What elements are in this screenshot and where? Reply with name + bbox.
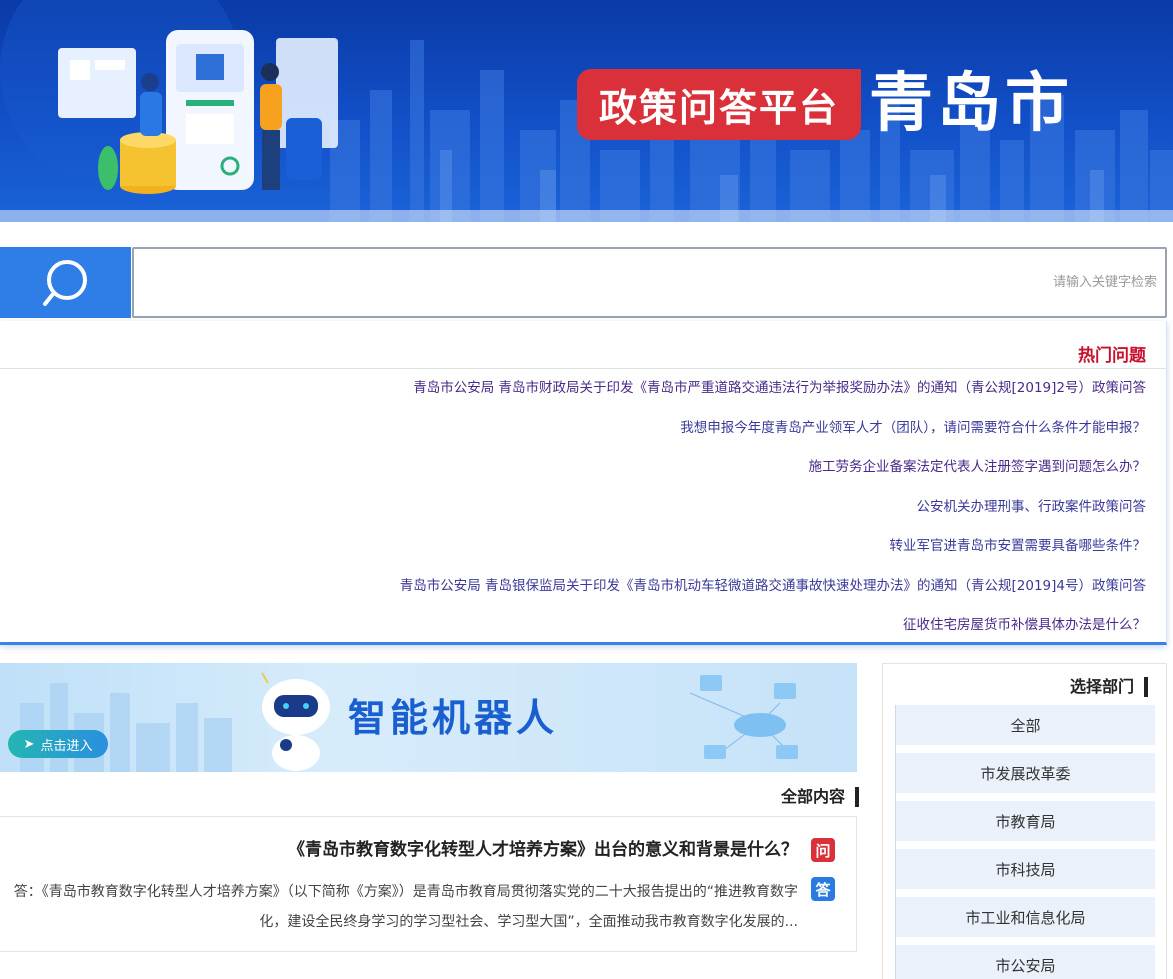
search-icon bbox=[42, 259, 87, 306]
department-list: 全部 市发展改革委 市教育局 市科技局 市工业和信息化局 市公安局 bbox=[895, 705, 1155, 979]
department-title: 选择部门 bbox=[1070, 677, 1148, 697]
hot-question-item[interactable]: 征收住宅房屋货币补偿具体办法是什么？ bbox=[400, 614, 1146, 654]
department-item[interactable]: 市工业和信息化局 bbox=[896, 897, 1155, 937]
robot-title: 智能机器人 bbox=[348, 696, 559, 740]
robot-enter-label: 点击进入 bbox=[40, 738, 93, 754]
answer-badge: 答 bbox=[811, 877, 835, 901]
department-item[interactable]: 市发展改革委 bbox=[896, 753, 1155, 793]
hot-question-item[interactable]: 我想申报今年度青岛产业领军人才（团队），请问需要符合什么条件才能申报？ bbox=[400, 417, 1146, 457]
department-item[interactable]: 市公安局 bbox=[896, 945, 1155, 979]
hot-questions-title: 热门问题 bbox=[1078, 346, 1146, 366]
hot-questions-list: 青岛市公安局 青岛市财政局关于印发《青岛市严重道路交通违法行为举报奖励办法》的通… bbox=[400, 377, 1146, 654]
header-banner: 青岛市 政策问答平台 bbox=[0, 0, 1173, 222]
department-item[interactable]: 市科技局 bbox=[896, 849, 1155, 889]
smart-robot-banner[interactable]: 智能机器人 bbox=[0, 663, 857, 772]
search-input[interactable] bbox=[132, 247, 1167, 318]
title-city: 青岛市 bbox=[869, 67, 1073, 141]
hot-question-item[interactable]: 公安机关办理刑事、行政案件政策问答 bbox=[400, 496, 1147, 536]
hot-question-item[interactable]: 青岛市公安局 青岛银保监局关于印发《青岛市机动车轻微道路交通事故快速处理办法》的… bbox=[400, 575, 1146, 615]
section-title: 全部内容 bbox=[781, 787, 859, 807]
qa-answer: 答：《青岛市教育数字化转型人才培养方案》（以下简称《方案》）是青岛市教育局贯彻落… bbox=[13, 884, 798, 930]
hot-questions-panel: 热门问题 青岛市公安局 青岛市财政局关于印发《青岛市严重道路交通违法行为举报奖励… bbox=[0, 321, 1167, 645]
hot-question-item[interactable]: 青岛市公安局 青岛市财政局关于印发《青岛市严重道路交通违法行为举报奖励办法》的通… bbox=[400, 377, 1146, 417]
platform-title: 青岛市 政策问答平台 bbox=[576, 64, 1073, 144]
cursor-icon: ➤ bbox=[23, 736, 35, 752]
department-panel: 选择部门 全部 市发展改革委 市教育局 市科技局 市工业和信息化局 市公安局 bbox=[882, 663, 1167, 979]
department-item-all[interactable]: 全部 bbox=[896, 705, 1155, 745]
robot-enter-button[interactable]: ➤ 点击进入 bbox=[8, 730, 108, 758]
qa-question[interactable]: 《青岛市教育数字化转型人才培养方案》出台的意义和背景是什么？ bbox=[288, 838, 798, 862]
divider bbox=[0, 368, 1166, 369]
question-badge: 问 bbox=[811, 838, 835, 862]
hot-question-item[interactable]: 施工劳务企业备案法定代表人注册签字遇到问题怎么办？ bbox=[400, 456, 1147, 496]
search-button[interactable] bbox=[0, 247, 131, 318]
title-platform: 政策问答平台 bbox=[576, 68, 861, 140]
hot-question-item[interactable]: 转业军官进青岛市安置需要具备哪些条件？ bbox=[400, 535, 1147, 575]
qa-card[interactable]: 问 《青岛市教育数字化转型人才培养方案》出台的意义和背景是什么？ 答 答：《青岛… bbox=[0, 816, 857, 952]
department-item[interactable]: 市教育局 bbox=[896, 801, 1155, 841]
